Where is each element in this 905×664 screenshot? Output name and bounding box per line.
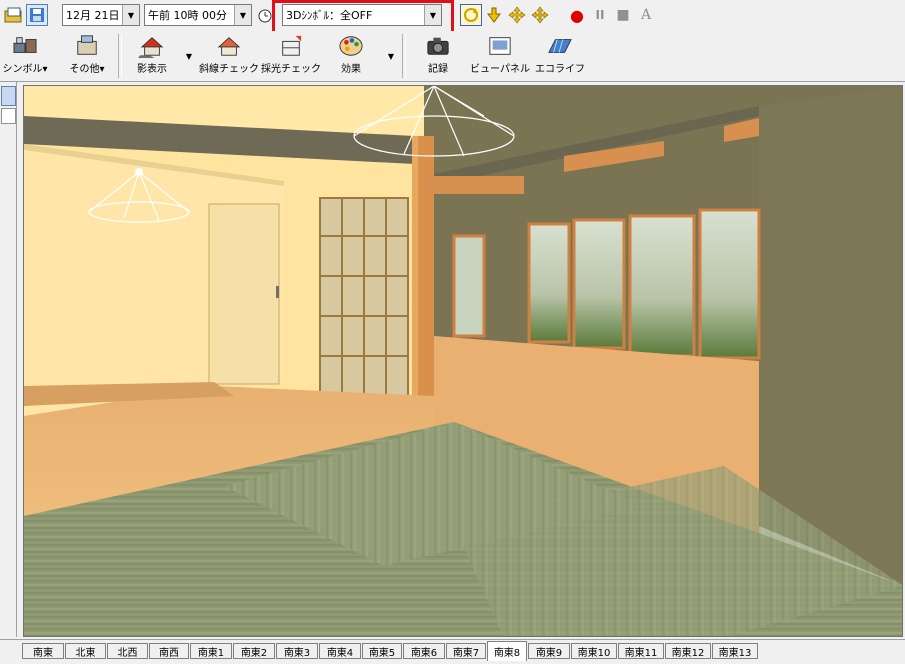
toolbar-separator xyxy=(118,34,122,78)
tab-view-16[interactable]: 南東13 xyxy=(712,643,758,659)
time-select[interactable]: 午前 10時 00分 ▼ xyxy=(144,4,252,26)
house-slope-icon xyxy=(217,37,241,56)
ecolife-button[interactable]: エコライフ xyxy=(532,34,588,78)
tab-view-12[interactable]: 南東9 xyxy=(528,643,570,659)
sun-window-icon xyxy=(282,35,302,56)
tab-view-2[interactable]: 北西 xyxy=(107,643,148,659)
tab-view-11[interactable]: 南東8 xyxy=(487,641,527,661)
solar-panel-icon xyxy=(548,39,572,53)
tab-view-0[interactable]: 南東 xyxy=(22,643,64,659)
move-down-icon[interactable] xyxy=(483,4,505,26)
shadow-dropdown-icon[interactable]: ▼ xyxy=(182,36,196,76)
toolbar-separator xyxy=(402,34,406,78)
daylight-check-button[interactable]: 採光チェック xyxy=(261,34,321,78)
tab-view-14[interactable]: 南東11 xyxy=(618,643,664,659)
record-view-button[interactable]: 記録 xyxy=(410,34,466,78)
stop-button[interactable]: ■ xyxy=(612,4,634,26)
effect-dropdown-icon[interactable]: ▼ xyxy=(384,36,398,76)
time-value: 午前 10時 00分 xyxy=(148,9,227,22)
effect-button[interactable]: 効果 xyxy=(322,34,380,78)
tab-view-13[interactable]: 南東10 xyxy=(571,643,617,659)
side-panel-tab[interactable] xyxy=(1,86,16,106)
symbol-button[interactable]: シンボル▾ xyxy=(0,34,50,78)
text-button[interactable]: A xyxy=(635,4,657,26)
tab-view-10[interactable]: 南東7 xyxy=(446,643,486,659)
pause-button[interactable]: II xyxy=(589,4,611,26)
slope-check-button[interactable]: 斜線チェック xyxy=(199,34,259,78)
room-render xyxy=(24,86,902,636)
3d-viewport[interactable] xyxy=(23,85,903,637)
panel-icon xyxy=(489,37,511,55)
house-shadow-icon xyxy=(138,37,164,58)
open-file-icon[interactable] xyxy=(3,4,25,26)
tab-view-8[interactable]: 南東5 xyxy=(362,643,402,659)
chevron-down-icon[interactable]: ▼ xyxy=(122,5,139,25)
pan-icon[interactable] xyxy=(506,4,528,26)
tab-view-3[interactable]: 南西 xyxy=(149,643,189,659)
tab-view-7[interactable]: 南東4 xyxy=(319,643,361,659)
zoom-move-icon[interactable] xyxy=(529,4,551,26)
tab-view-5[interactable]: 南東2 xyxy=(233,643,275,659)
date-select[interactable]: 12月 21日 ▼ xyxy=(62,4,140,26)
tab-view-6[interactable]: 南東3 xyxy=(276,643,318,659)
top-toolbar: 12月 21日 ▼ 午前 10時 00分 ▼ 3Dｼﾝﾎﾞﾙ：全OFF ▼ ● … xyxy=(0,0,905,36)
tab-view-4[interactable]: 南東1 xyxy=(190,643,232,659)
date-value: 12月 21日 xyxy=(66,9,120,22)
chevron-down-icon[interactable]: ▼ xyxy=(234,5,251,25)
palette-icon xyxy=(339,36,363,56)
shadow-button[interactable]: 影表示 xyxy=(124,34,180,78)
other-button[interactable]: その他▾ xyxy=(62,34,112,78)
box-icon xyxy=(77,35,97,55)
furniture-icon xyxy=(13,37,37,53)
record-button[interactable]: ● xyxy=(566,4,588,26)
tab-view-1[interactable]: 北東 xyxy=(65,643,106,659)
rotate-icon[interactable] xyxy=(460,4,482,26)
side-panel-tab[interactable] xyxy=(1,108,16,124)
tab-view-9[interactable]: 南東6 xyxy=(403,643,445,659)
side-panel xyxy=(0,82,17,637)
save-view-icon[interactable] xyxy=(26,4,48,26)
view-panel-button[interactable]: ビューパネル xyxy=(470,34,530,78)
camera-icon xyxy=(427,37,449,55)
view-tab-bar: 南東 北東 北西 南西 南東1 南東2 南東3 南東4 南東5 南東6 南東7 … xyxy=(0,639,905,664)
tab-view-15[interactable]: 南東12 xyxy=(665,643,711,659)
